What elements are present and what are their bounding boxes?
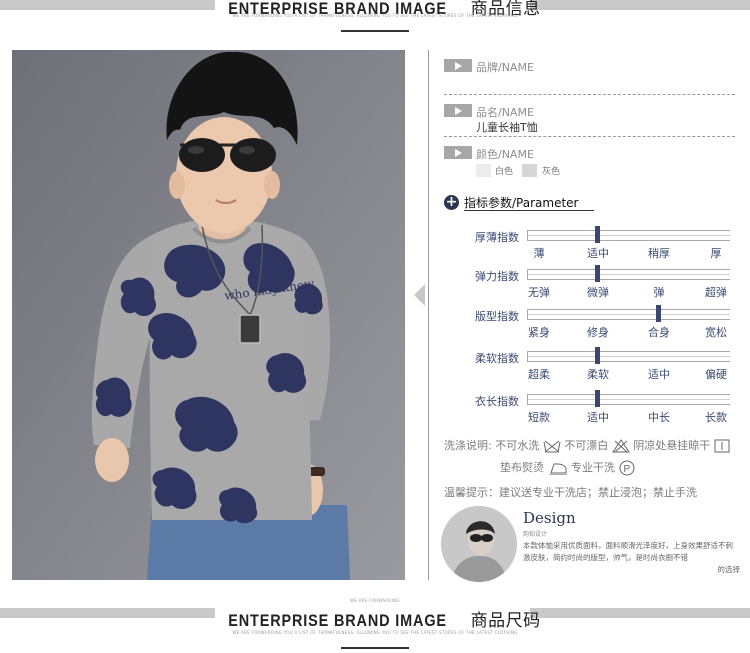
parameter-track [527, 394, 730, 405]
footer-band: WE ARE FORWARDING ENTERPRISE BRAND IMAGE… [0, 598, 750, 649]
parameter-row-name: 柔软指数 [475, 352, 519, 365]
parameter-marker [595, 347, 600, 364]
parameter-option: 中长 [648, 411, 670, 424]
parameter-option: 长款 [705, 411, 727, 424]
header-small-text: WE ARE FORWARDING YOU A LIST OF THANKFUL… [232, 13, 518, 18]
parameter-row-name: 弹力指数 [475, 270, 519, 283]
vertical-divider [428, 50, 429, 580]
designer-photo-svg [441, 506, 517, 582]
color-name-white: 白色 [495, 167, 514, 177]
footer-title-en: ENTERPRISE BRAND IMAGE [228, 611, 448, 630]
care-line-2: 垫布熨烫 专业干洗 P [500, 459, 635, 476]
parameter-row-name: 版型指数 [475, 310, 519, 323]
product-photo-svg: who may know [12, 50, 405, 580]
parameter-underline [464, 210, 594, 211]
parameter-option: 适中 [648, 368, 670, 381]
designer-photo [441, 506, 517, 582]
parameter-row-name: 衣长指数 [475, 395, 519, 408]
photo-pointer-arrow [414, 284, 425, 306]
care-line-1: 洗涤说明: 不可水洗 不可漂白 阴凉处悬挂晾干 [444, 437, 730, 453]
parameter-option: 修身 [587, 326, 609, 339]
design-description: 本款体恤采用优质面料，面料顺滑光泽度好，上身效果舒适不刺激皮肤，简约时尚的版型，… [523, 540, 740, 576]
design-text-last: 的选择 [717, 565, 741, 574]
product-dotline [444, 136, 735, 137]
product-photo: who may know [12, 50, 405, 580]
care-item-hang-dry: 阴凉处悬挂晾干 [633, 439, 711, 452]
no-wash-icon [543, 440, 561, 452]
header-band: ENTERPRISE BRAND IMAGE 商品信息 WE ARE FORWAR… [0, 0, 750, 32]
parameter-option: 偏硬 [705, 368, 727, 381]
brand-dotline [444, 94, 735, 95]
pendant [239, 314, 261, 344]
parameter-track [527, 269, 730, 280]
parameter-row-name: 厚薄指数 [475, 231, 519, 244]
no-bleach-icon [611, 439, 630, 453]
care-label: 洗涤说明: [444, 439, 492, 452]
parameter-option: 超弹 [705, 286, 727, 299]
dry-clean-icon: P [619, 460, 634, 476]
left-hand [95, 438, 129, 482]
footer-title-zh: 商品尺码 [470, 611, 541, 631]
face [176, 117, 272, 233]
footer-title: ENTERPRISE BRAND IMAGE 商品尺码 [0, 606, 750, 631]
brand-label: 品牌/NAME [476, 61, 534, 74]
parameter-option: 短款 [528, 411, 550, 424]
care-item-no-bleach: 不可漂白 [564, 439, 609, 452]
parameter-option: 稍厚 [648, 247, 670, 260]
parameter-option: 厚 [710, 247, 722, 260]
parameter-option: 柔软 [587, 368, 609, 381]
parameter-heading: + 指标参数/Parameter [444, 194, 604, 214]
parameter-option: 紧身 [528, 326, 550, 339]
parameter-track [527, 309, 730, 320]
header-underline [341, 30, 409, 32]
care-tip: 温馨提示：建议送专业干洗店；禁止浸泡；禁止手洗 [444, 486, 697, 499]
design-text-main: 本款体恤采用优质面料，面料顺滑光泽度好，上身效果舒适不刺激皮肤，简约时尚的版型，… [523, 541, 733, 562]
parameter-option: 微弹 [587, 286, 609, 299]
color-swatch-gray [522, 164, 537, 177]
parameter-option: 宽松 [705, 326, 727, 339]
design-title: Design [523, 509, 576, 527]
parameter-option: 适中 [587, 247, 609, 260]
parameter-marker [595, 390, 600, 407]
product-label: 品名/NAME [476, 106, 534, 119]
care-item-dry-clean: 专业干洗 [571, 461, 615, 474]
parameter-marker [656, 305, 661, 322]
footer-underline [341, 647, 409, 649]
brand-tag-icon [444, 59, 472, 72]
parameter-option: 适中 [587, 411, 609, 424]
care-item-iron: 垫布熨烫 [500, 461, 544, 474]
parameter-marker [595, 226, 600, 243]
parameter-title: 指标参数/Parameter [464, 196, 579, 210]
parameter-option: 薄 [533, 247, 545, 260]
plus-icon: + [444, 194, 459, 210]
parameter-option: 弹 [653, 286, 665, 299]
product-value: 儿童长袖T恤 [476, 121, 538, 134]
parameter-option: 合身 [648, 326, 670, 339]
color-label: 颜色/NAME [476, 148, 534, 161]
parameter-track [527, 351, 730, 362]
color-tag-icon [444, 146, 472, 159]
iron-icon [548, 463, 567, 475]
svg-text:P: P [623, 464, 630, 475]
care-item-no-wash: 不可水洗 [495, 439, 540, 452]
design-subtitle: 韵知设计 [523, 531, 548, 538]
hang-dry-icon [714, 439, 730, 453]
color-swatch-white [476, 164, 491, 177]
parameter-track [527, 230, 730, 241]
parameter-option: 无弹 [528, 286, 550, 299]
color-name-gray: 灰色 [542, 167, 561, 177]
parameter-marker [595, 265, 600, 282]
footer-small-text-2: WE ARE FORWARDING YOU A LIST OF THANKFUL… [232, 630, 518, 635]
footer-small-text-1: WE ARE FORWARDING [350, 598, 400, 603]
product-tag-icon [444, 104, 472, 117]
parameter-option: 超柔 [528, 368, 550, 381]
